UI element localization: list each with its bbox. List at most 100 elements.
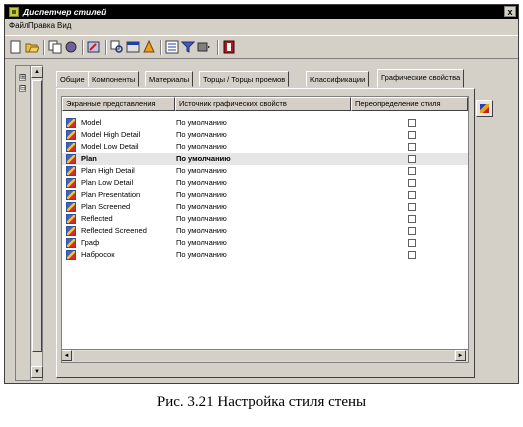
representation-name: Plan: [81, 154, 97, 163]
scroll-right-icon[interactable]: ►: [455, 350, 466, 361]
table-row[interactable]: Model Low Detail По умолчанию: [62, 141, 468, 153]
open-icon[interactable]: [25, 40, 40, 54]
table-row[interactable]: Model По умолчанию: [62, 117, 468, 129]
table-row[interactable]: Граф По умолчанию: [62, 237, 468, 249]
funnel-icon[interactable]: [180, 40, 196, 54]
display-representations-table: Экранные представления Источник графичес…: [61, 96, 469, 363]
override-checkbox[interactable]: [408, 191, 416, 199]
override-checkbox[interactable]: [408, 155, 416, 163]
representation-name: Model: [81, 118, 102, 127]
toolbar: [5, 35, 518, 59]
override-checkbox[interactable]: [408, 167, 416, 175]
display-rep-icon: [66, 250, 76, 260]
representation-name: Plan Screened: [81, 202, 131, 211]
table-row[interactable]: Plan По умолчанию: [62, 153, 468, 165]
source-value[interactable]: По умолчанию: [176, 201, 227, 213]
display-rep-icon: [66, 226, 76, 236]
horizontal-scroll-thumb[interactable]: [74, 351, 454, 361]
scroll-down-icon[interactable]: ▼: [31, 366, 43, 378]
representation-name: Набросок: [81, 250, 115, 259]
table-row[interactable]: Plan High Detail По умолчанию: [62, 165, 468, 177]
tab-endcaps[interactable]: Торцы / Торцы проемов: [199, 71, 290, 87]
source-value[interactable]: По умолчанию: [176, 129, 227, 141]
cleanup-icon[interactable]: [142, 39, 156, 54]
override-checkbox[interactable]: [408, 179, 416, 187]
override-checkbox[interactable]: [408, 239, 416, 247]
source-value[interactable]: По умолчанию: [176, 237, 227, 249]
representation-name: Plan High Detail: [81, 166, 135, 175]
representation-name: Plan Presentation: [81, 190, 141, 199]
scroll-left-icon[interactable]: ◄: [62, 350, 72, 361]
source-value[interactable]: По умолчанию: [176, 153, 231, 165]
tab-general[interactable]: Общие: [56, 71, 89, 87]
new-icon[interactable]: [9, 40, 23, 54]
source-value[interactable]: По умолчанию: [176, 213, 227, 225]
tab-components[interactable]: Компоненты: [88, 71, 140, 87]
color-icon[interactable]: [64, 40, 78, 54]
column-header-source[interactable]: Источник графических свойств: [175, 97, 351, 111]
window-title: Диспетчер стилей: [23, 7, 107, 17]
properties-icon[interactable]: [165, 40, 179, 54]
menu-edit[interactable]: Правка: [28, 19, 55, 33]
menu-file[interactable]: Файл: [9, 19, 29, 33]
column-header-override[interactable]: Переопределение стиля: [351, 97, 468, 111]
table-row[interactable]: Plan Low Detail По умолчанию: [62, 177, 468, 189]
source-value[interactable]: По умолчанию: [176, 177, 227, 189]
source-value[interactable]: По умолчанию: [176, 165, 227, 177]
source-value[interactable]: По умолчанию: [176, 189, 227, 201]
copy-icon[interactable]: [48, 40, 62, 54]
display-rep-icon: [66, 118, 76, 128]
display-rep-icon: [66, 130, 76, 140]
table-row[interactable]: Reflected Screened По умолчанию: [62, 225, 468, 237]
display-rep-icon: [66, 154, 76, 164]
table-row[interactable]: Набросок По умолчанию: [62, 249, 468, 261]
source-value[interactable]: По умолчанию: [176, 141, 227, 153]
dialog-icon[interactable]: [126, 40, 140, 54]
book-icon[interactable]: [222, 40, 236, 54]
view-icon[interactable]: [197, 40, 211, 54]
representation-name: Model Low Detail: [81, 142, 139, 151]
tree-scrollbar[interactable]: ▲ ▼: [30, 66, 43, 380]
tab-classifications[interactable]: Классификации: [306, 71, 370, 87]
tree-collapse-icon[interactable]: ⊟: [19, 85, 26, 92]
style-tree-pane[interactable]: ⊞ ⊟ ▲ ▼: [15, 65, 43, 381]
tab-materials[interactable]: Материалы: [145, 71, 194, 87]
display-rep-icon: [66, 178, 76, 188]
table-row[interactable]: Plan Presentation По умолчанию: [62, 189, 468, 201]
display-rep-icon: [66, 214, 76, 224]
display-rep-icon: [66, 166, 76, 176]
source-value[interactable]: По умолчанию: [176, 117, 227, 129]
column-header-representation[interactable]: Экранные представления: [62, 97, 175, 111]
source-value[interactable]: По умолчанию: [176, 225, 227, 237]
representation-name: Граф: [81, 238, 100, 247]
representation-name: Reflected Screened: [81, 226, 147, 235]
menu-bar: Файл Правка Вид: [5, 19, 518, 33]
table-row[interactable]: Model High Detail По умолчанию: [62, 129, 468, 141]
table-row[interactable]: Reflected По умолчанию: [62, 213, 468, 225]
source-value[interactable]: По умолчанию: [176, 249, 227, 261]
override-checkbox[interactable]: [408, 143, 416, 151]
override-checkbox[interactable]: [408, 215, 416, 223]
filter-icon[interactable]: [110, 40, 124, 54]
override-checkbox[interactable]: [408, 131, 416, 139]
edit-display-properties-button[interactable]: [476, 100, 493, 117]
close-button[interactable]: x: [504, 6, 516, 17]
menu-view[interactable]: Вид: [57, 19, 71, 33]
tree-scroll-thumb[interactable]: [32, 80, 42, 352]
override-checkbox[interactable]: [408, 251, 416, 259]
representation-name: Model High Detail: [81, 130, 141, 139]
tree-expand-icon[interactable]: ⊞: [19, 74, 26, 81]
table-row[interactable]: Plan Screened По умолчанию: [62, 201, 468, 213]
horizontal-scrollbar[interactable]: ◄ ►: [62, 349, 468, 362]
override-checkbox[interactable]: [408, 203, 416, 211]
title-bar[interactable]: Диспетчер стилей x: [5, 5, 518, 19]
figure-caption: Рис. 3.21 Настройка стиля стены: [156, 394, 367, 410]
display-rep-icon: [66, 142, 76, 152]
representation-name: Reflected: [81, 214, 113, 223]
display-rep-icon: [66, 190, 76, 200]
override-checkbox[interactable]: [408, 227, 416, 235]
edit-icon[interactable]: [87, 40, 101, 54]
scroll-up-icon[interactable]: ▲: [31, 66, 43, 78]
override-checkbox[interactable]: [408, 119, 416, 127]
tab-display-properties[interactable]: Графические свойства: [377, 69, 465, 88]
